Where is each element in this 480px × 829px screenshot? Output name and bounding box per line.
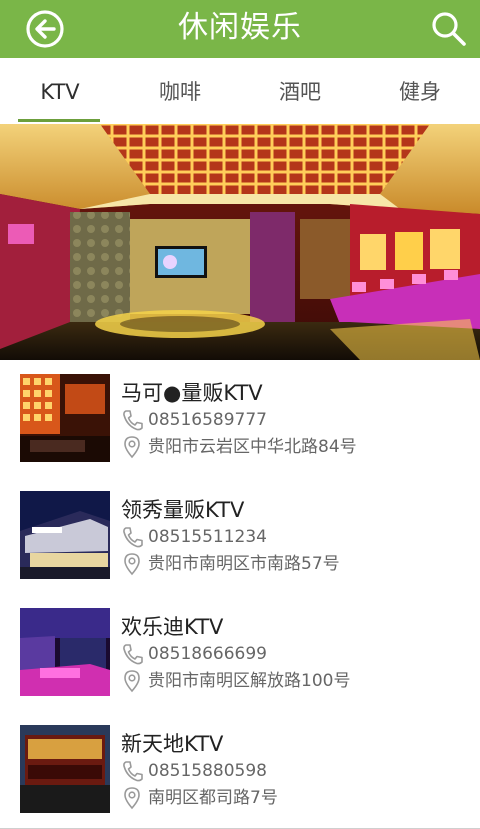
venue-address-text: 南明区都司路7号 xyxy=(148,788,278,808)
tab-ktv[interactable]: KTV xyxy=(0,58,120,124)
tab-bar[interactable]: 酒吧 xyxy=(240,58,360,124)
venue-name: 欢乐迪KTV xyxy=(121,615,224,639)
tab-fitness[interactable]: 健身 xyxy=(360,58,480,124)
active-tab-indicator xyxy=(18,119,100,122)
phone-icon xyxy=(123,644,143,665)
phone-icon xyxy=(123,761,143,782)
page-title: 休闲娱乐 xyxy=(178,10,302,45)
venue-address-text: 贵阳市南明区解放路100号 xyxy=(148,671,351,691)
venue-thumbnail xyxy=(20,491,110,579)
app-bar: 休闲娱乐 xyxy=(0,0,480,58)
list-item[interactable]: 新天地KTV 08515880598 南明区都司路7号 xyxy=(0,711,480,829)
tab-coffee[interactable]: 咖啡 xyxy=(120,58,240,124)
location-pin-icon xyxy=(124,787,140,810)
venue-address-text: 贵阳市南明区市南路57号 xyxy=(148,554,340,574)
venue-address-text: 贵阳市云岩区中华北路84号 xyxy=(148,437,357,457)
banner-image[interactable] xyxy=(0,124,480,360)
location-pin-icon xyxy=(124,436,140,459)
venue-thumbnail xyxy=(20,374,110,462)
category-tabs: KTV 咖啡 酒吧 健身 xyxy=(0,58,480,125)
venue-name: 新天地KTV xyxy=(121,732,224,756)
list-item[interactable]: 马可●量贩KTV 08516589777 贵阳市云岩区中华北路84号 xyxy=(0,360,480,478)
phone-icon xyxy=(123,410,143,431)
phone-icon xyxy=(123,527,143,548)
search-icon[interactable] xyxy=(430,10,468,48)
location-pin-icon xyxy=(124,670,140,693)
venue-name: 马可●量贩KTV xyxy=(121,381,263,405)
venue-phone-text: 08516589777 xyxy=(148,410,267,430)
venue-phone-text: 08518666699 xyxy=(148,644,267,664)
location-pin-icon xyxy=(124,553,140,576)
list-item[interactable]: 领秀量贩KTV 08515511234 贵阳市南明区市南路57号 xyxy=(0,477,480,595)
list-item[interactable]: 欢乐迪KTV 08518666699 贵阳市南明区解放路100号 xyxy=(0,594,480,712)
venue-phone-text: 08515880598 xyxy=(148,761,267,781)
venue-name: 领秀量贩KTV xyxy=(121,498,245,522)
venue-thumbnail xyxy=(20,608,110,696)
venue-phone-text: 08515511234 xyxy=(148,527,267,547)
